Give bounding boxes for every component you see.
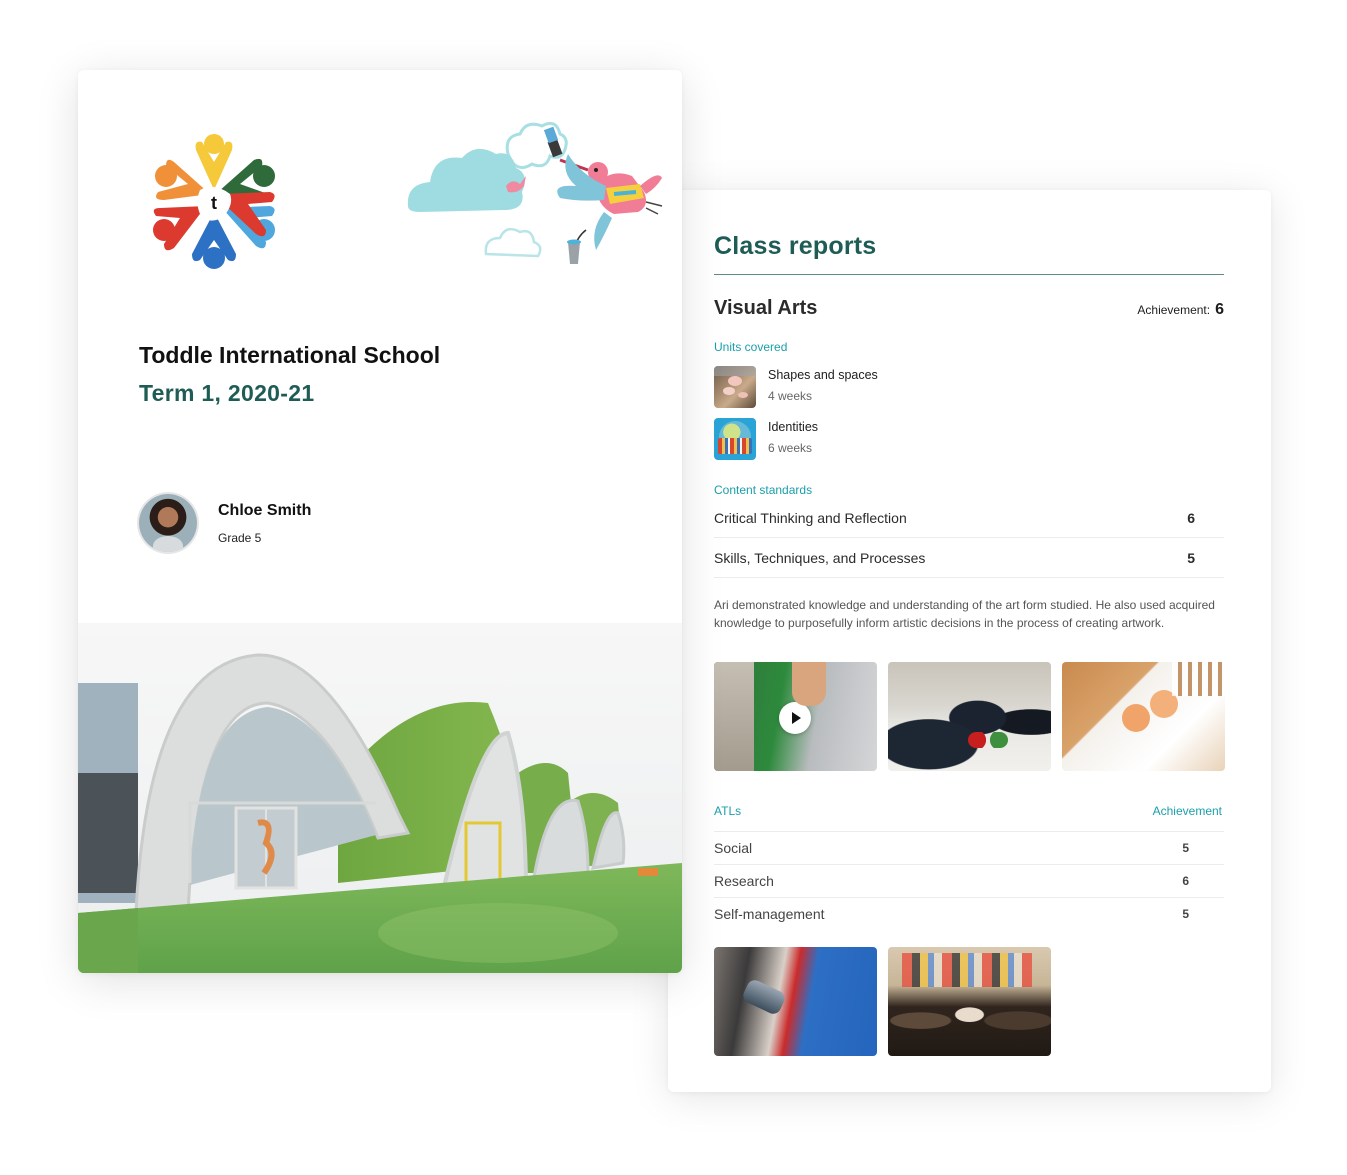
atl-row: Self-management 5 bbox=[714, 897, 1224, 930]
atl-value: 5 bbox=[1182, 841, 1189, 855]
class-report-card: Class reports Visual Arts Achievement: 6 … bbox=[668, 190, 1271, 1092]
standard-value: 5 bbox=[1187, 549, 1195, 566]
atl-label: ATLs bbox=[714, 804, 742, 818]
subject-achievement-label: Achievement: bbox=[1137, 303, 1211, 317]
atl-value: 6 bbox=[1182, 874, 1189, 888]
title-divider bbox=[714, 274, 1224, 275]
term-label: Term 1, 2020-21 bbox=[139, 380, 315, 406]
standard-value: 6 bbox=[1187, 509, 1195, 526]
report-title: Class reports bbox=[714, 232, 877, 260]
atl-evidence-photo[interactable] bbox=[714, 947, 877, 1056]
play-icon[interactable] bbox=[779, 702, 811, 734]
content-standards-label: Content standards bbox=[714, 483, 813, 497]
student-name: Chloe Smith bbox=[218, 502, 312, 519]
unit-name: Identities bbox=[768, 420, 819, 434]
unit-item[interactable]: Shapes and spaces 4 weeks bbox=[714, 366, 878, 408]
student-avatar bbox=[139, 494, 197, 552]
teacher-comment: Ari demonstrated knowledge and understan… bbox=[714, 598, 1215, 630]
atl-evidence-photo[interactable] bbox=[888, 947, 1051, 1056]
unit-thumbnail-shapes bbox=[714, 366, 756, 408]
unit-duration: 4 weeks bbox=[768, 389, 813, 403]
evidence-photo[interactable] bbox=[888, 662, 1051, 771]
atl-name: Research bbox=[714, 873, 774, 889]
unit-item[interactable]: Identities 6 weeks bbox=[714, 418, 818, 460]
subject-header: Visual Arts Achievement: 6 bbox=[714, 297, 1224, 320]
atl-value: 5 bbox=[1182, 907, 1189, 921]
campus-photo bbox=[78, 623, 682, 973]
logo-letter: t bbox=[211, 193, 217, 213]
standard-name: Critical Thinking and Reflection bbox=[714, 509, 907, 526]
atl-row: Research 6 bbox=[714, 864, 1224, 897]
standard-row: Skills, Techniques, and Processes 5 bbox=[714, 538, 1224, 578]
atl-name: Social bbox=[714, 840, 753, 856]
atl-name: Self-management bbox=[714, 906, 825, 922]
atl-header: ATLs Achievement bbox=[714, 804, 1224, 818]
unit-name: Shapes and spaces bbox=[768, 368, 878, 382]
units-covered-label: Units covered bbox=[714, 340, 788, 354]
bird-painting-clouds-illustration bbox=[407, 121, 663, 264]
report-cover-card: t Toddle International School Term 1, 20 bbox=[78, 70, 682, 973]
standard-name: Skills, Techniques, and Processes bbox=[714, 549, 926, 566]
atl-achievement-label: Achievement bbox=[1152, 804, 1222, 818]
unit-thumbnail-identities bbox=[714, 418, 756, 460]
standard-row: Critical Thinking and Reflection 6 bbox=[714, 498, 1224, 538]
subject-name: Visual Arts bbox=[714, 297, 818, 319]
subject-achievement: Achievement: 6 bbox=[1137, 301, 1224, 319]
school-logo-icon: t bbox=[153, 134, 275, 269]
subject-achievement-value: 6 bbox=[1215, 301, 1224, 318]
evidence-photo[interactable] bbox=[1062, 662, 1225, 771]
student-grade: Grade 5 bbox=[218, 531, 262, 545]
unit-duration: 6 weeks bbox=[768, 441, 813, 455]
evidence-video-thumbnail[interactable] bbox=[714, 662, 877, 771]
school-name: Toddle International School bbox=[139, 342, 441, 368]
atl-row: Social 5 bbox=[714, 831, 1224, 864]
